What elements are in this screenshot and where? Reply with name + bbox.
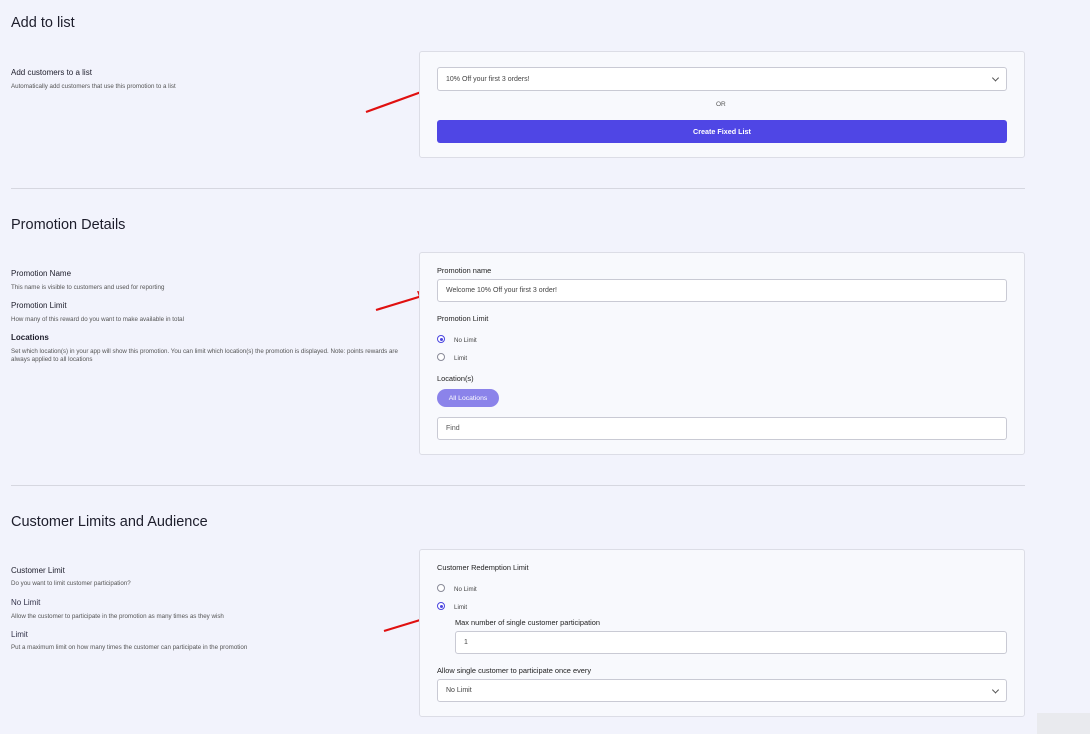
promotion-name-input-value: Welcome 10% Off your first 3 order! <box>446 287 558 294</box>
customer-limit-description: Do you want to limit customer participat… <box>11 580 131 587</box>
locations-description: Set which location(s) in your app will s… <box>11 348 398 363</box>
section-title-customer-limits: Customer Limits and Audience <box>11 514 208 530</box>
list-select[interactable]: 10% Off your first 3 orders! <box>437 67 1007 91</box>
radio-no-limit-label: No Limit <box>454 586 477 593</box>
location-search-input[interactable]: Find <box>437 417 1007 440</box>
max-participation-value: 1 <box>464 639 468 646</box>
add-customers-description: Automatically add customers that use thi… <box>11 83 176 90</box>
promotion-limit-label: Promotion Limit <box>11 301 67 310</box>
promotion-limit-description: How many of this reward do you want to m… <box>11 316 184 323</box>
promotion-details-card: Promotion name Welcome 10% Off your firs… <box>419 252 1025 455</box>
corner-panel <box>1037 713 1090 734</box>
location-search-placeholder: Find <box>446 425 460 432</box>
radio-limit[interactable] <box>437 602 445 610</box>
no-limit-description: Allow the customer to participate in the… <box>11 613 224 620</box>
all-locations-chip[interactable]: All Locations <box>437 389 499 407</box>
locations-field-label: Location(s) <box>437 374 474 383</box>
divider <box>11 485 1025 486</box>
promotion-name-label: Promotion Name <box>11 269 72 278</box>
limit-label: Limit <box>11 630 28 639</box>
divider <box>11 188 1025 189</box>
promotion-name-field-label: Promotion name <box>437 266 492 275</box>
max-participation-label: Max number of single customer participat… <box>455 618 601 627</box>
max-participation-input[interactable]: 1 <box>455 631 1007 654</box>
radio-no-limit[interactable] <box>437 584 445 592</box>
no-limit-label: No Limit <box>11 598 41 607</box>
promotion-name-input[interactable]: Welcome 10% Off your first 3 order! <box>437 279 1007 302</box>
participation-frequency-select[interactable]: No Limit <box>437 679 1007 702</box>
chevron-down-icon <box>991 685 1000 694</box>
promotion-name-description: This name is visible to customers and us… <box>11 284 165 291</box>
limit-description: Put a maximum limit on how many times th… <box>11 644 248 651</box>
participation-frequency-label: Allow single customer to participate onc… <box>437 666 592 675</box>
promotion-limit-field-label: Promotion Limit <box>437 314 489 323</box>
customer-limits-card: Customer Redemption Limit No Limit Limit… <box>419 549 1025 717</box>
participation-frequency-value: No Limit <box>446 687 472 694</box>
chevron-down-icon <box>991 74 1000 82</box>
radio-no-limit[interactable] <box>437 335 445 343</box>
add-to-list-card: 10% Off your first 3 orders! OR Create F… <box>419 51 1025 158</box>
section-title-promotion-details: Promotion Details <box>11 217 126 233</box>
section-title-add-to-list: Add to list <box>11 15 75 31</box>
radio-limit-label: Limit <box>454 355 468 362</box>
add-customers-label: Add customers to a list <box>11 68 92 77</box>
list-select-value: 10% Off your first 3 orders! <box>446 75 530 83</box>
locations-label: Locations <box>11 333 49 342</box>
radio-no-limit-label: No Limit <box>454 337 477 344</box>
redemption-limit-label: Customer Redemption Limit <box>437 563 529 572</box>
create-fixed-list-button[interactable]: Create Fixed List <box>437 120 1007 143</box>
customer-limit-label: Customer Limit <box>11 566 65 575</box>
radio-limit-label: Limit <box>454 604 468 611</box>
radio-limit[interactable] <box>437 353 445 361</box>
or-separator: OR <box>716 101 726 108</box>
